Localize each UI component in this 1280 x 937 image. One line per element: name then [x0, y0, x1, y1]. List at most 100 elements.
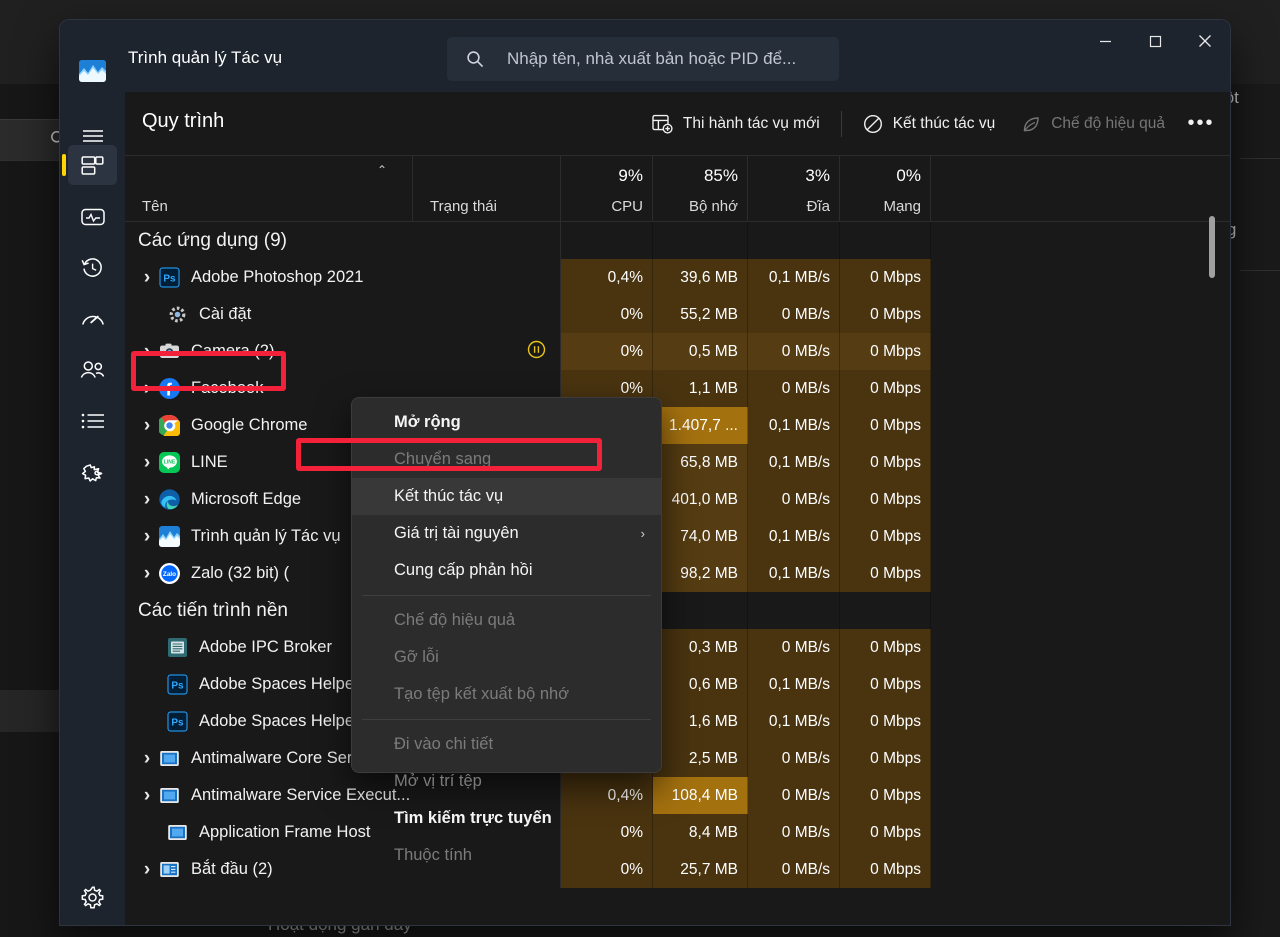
- maximize-button[interactable]: [1130, 20, 1180, 62]
- chevron-right-icon[interactable]: ›: [137, 489, 157, 511]
- table-row[interactable]: ›Bắt đầu (2)0%25,7 MB0 MB/s0 Mbps: [125, 851, 1230, 888]
- svg-text:Ps: Ps: [163, 274, 176, 285]
- column-header-name[interactable]: Tên: [125, 156, 413, 222]
- row-network-cell: 0 Mbps: [840, 444, 931, 481]
- end-task-button[interactable]: Kết thúc tác vụ: [850, 105, 1009, 143]
- chevron-right-icon[interactable]: ›: [137, 859, 157, 881]
- chevron-right-icon[interactable]: ›: [137, 748, 157, 770]
- search-icon: [465, 49, 485, 69]
- sidebar-item-details[interactable]: [68, 401, 117, 441]
- chevron-right-icon[interactable]: ›: [137, 415, 157, 437]
- row-filler: [931, 407, 1230, 444]
- row-network-cell: 0 Mbps: [840, 555, 931, 592]
- row-memory-cell: 25,7 MB: [653, 851, 748, 888]
- search-input[interactable]: Nhập tên, nhà xuất bản hoặc PID để...: [447, 37, 839, 81]
- menu-item[interactable]: Giá trị tài nguyên›: [352, 515, 661, 552]
- table-row[interactable]: Application Frame Host0%8,4 MB0 MB/s0 Mb…: [125, 814, 1230, 851]
- row-memory-cell: 1,1 MB: [653, 370, 748, 407]
- vertical-scrollbar-thumb[interactable]: [1209, 216, 1215, 278]
- table-row[interactable]: Adobe IPC Broker0%0,3 MB0 MB/s0 Mbps: [125, 629, 1230, 666]
- table-row[interactable]: ›Facebook0%1,1 MB0 MB/s0 Mbps: [125, 370, 1230, 407]
- table-row[interactable]: ›Google Chrome0,7%1.407,7 ...0,1 MB/s0 M…: [125, 407, 1230, 444]
- sidebar-item-performance[interactable]: [68, 197, 117, 237]
- table-row[interactable]: ›PsAdobe Photoshop 20210,4%39,6 MB0,1 MB…: [125, 259, 1230, 296]
- row-name-cell: ›PsAdobe Photoshop 2021: [125, 259, 413, 296]
- menu-item-label: Đi vào chi tiết: [394, 735, 493, 754]
- row-name-cell: Các ứng dụng (9): [125, 222, 413, 259]
- row-filler: [931, 333, 1230, 370]
- row-network-cell: 0 Mbps: [840, 777, 931, 814]
- table-row[interactable]: PsAdobe Spaces Helper0%0,6 MB0,1 MB/s0 M…: [125, 666, 1230, 703]
- table-row[interactable]: PsAdobe Spaces Helper0%1,6 MB0,1 MB/s0 M…: [125, 703, 1230, 740]
- row-filler: [931, 444, 1230, 481]
- row-network-cell: 0 Mbps: [840, 629, 931, 666]
- row-filler: [931, 851, 1230, 888]
- sidebar-item-services[interactable]: [68, 452, 117, 492]
- row-disk-cell: 0 MB/s: [748, 851, 840, 888]
- toolbar: Thi hành tác vụ mới Kết thúc tác vụ: [639, 92, 1224, 155]
- window-list-icon: [159, 859, 180, 880]
- new-task-button[interactable]: Thi hành tác vụ mới: [639, 105, 833, 143]
- context-menu[interactable]: Mở rộngChuyển sangKết thúc tác vụGiá trị…: [351, 397, 662, 773]
- row-network-cell: 0 Mbps: [840, 370, 931, 407]
- chevron-right-icon[interactable]: ›: [137, 452, 157, 474]
- row-name-label: Google Chrome: [191, 416, 307, 435]
- efficiency-mode-button[interactable]: Chế độ hiệu quả: [1008, 105, 1178, 143]
- column-header-disk[interactable]: 3% Đĩa: [748, 156, 840, 222]
- table-row[interactable]: ›ZaloZalo (32 bit) (0,6%98,2 MB0,1 MB/s0…: [125, 555, 1230, 592]
- row-status-cell: [413, 333, 561, 370]
- column-header-cpu[interactable]: 9% CPU: [561, 156, 653, 222]
- more-options-button[interactable]: •••: [1178, 105, 1224, 143]
- row-memory-cell: 0,6 MB: [653, 666, 748, 703]
- table-row[interactable]: ›LINELINE0%65,8 MB0,1 MB/s0 Mbps: [125, 444, 1230, 481]
- table-row[interactable]: ›Antimalware Core Service0%2,5 MB0 MB/s0…: [125, 740, 1230, 777]
- sidebar-item-settings[interactable]: [68, 877, 117, 917]
- row-memory-cell: 0,5 MB: [653, 333, 748, 370]
- row-memory-cell: 55,2 MB: [653, 296, 748, 333]
- row-network-cell: [840, 222, 931, 259]
- table-row[interactable]: Cài đặt0%55,2 MB0 MB/s0 Mbps: [125, 296, 1230, 333]
- row-name-label: Camera (2): [191, 342, 274, 361]
- row-disk-cell: 0 MB/s: [748, 740, 840, 777]
- chevron-right-icon[interactable]: ›: [137, 378, 157, 400]
- hamburger-icon: [82, 128, 104, 144]
- column-header-network[interactable]: 0% Mạng: [840, 156, 931, 222]
- menu-item[interactable]: Kết thúc tác vụ: [352, 478, 661, 515]
- photoshop-icon: Ps: [159, 267, 180, 288]
- edge-icon: [159, 489, 180, 510]
- row-name-label: Adobe Spaces Helper: [199, 712, 360, 731]
- chevron-right-icon[interactable]: ›: [137, 526, 157, 548]
- menu-item-label: Gỡ lỗi: [394, 648, 439, 667]
- row-disk-cell: 0 MB/s: [748, 777, 840, 814]
- sidebar-item-app-history[interactable]: [68, 248, 117, 288]
- close-button[interactable]: [1180, 20, 1230, 62]
- minimize-button[interactable]: [1080, 20, 1130, 62]
- row-disk-cell: [748, 592, 840, 629]
- chevron-right-icon[interactable]: ›: [137, 267, 157, 289]
- sidebar-item-startup-apps[interactable]: [68, 299, 117, 339]
- toolbar-divider: [841, 111, 842, 137]
- row-filler: [931, 703, 1230, 740]
- menu-item[interactable]: Mở rộng: [352, 404, 661, 441]
- row-name-label: Trình quản lý Tác vụ: [191, 527, 341, 546]
- column-header-status[interactable]: Trạng thái: [413, 156, 561, 222]
- chevron-right-icon[interactable]: ›: [137, 785, 157, 807]
- row-disk-cell: 0,1 MB/s: [748, 666, 840, 703]
- process-table-body[interactable]: Các ứng dụng (9)›PsAdobe Photoshop 20210…: [125, 222, 1230, 925]
- chrome-icon: [159, 415, 180, 436]
- row-filler: [931, 777, 1230, 814]
- row-network-cell: 0 Mbps: [840, 259, 931, 296]
- column-header-memory[interactable]: 85% Bộ nhớ: [653, 156, 748, 222]
- row-memory-cell: 8,4 MB: [653, 814, 748, 851]
- table-row[interactable]: ›Camera (2)0%0,5 MB0 MB/s0 Mbps: [125, 333, 1230, 370]
- table-row[interactable]: ›Trình quản lý Tác vụ2,0%74,0 MB0,1 MB/s…: [125, 518, 1230, 555]
- row-disk-cell: 0 MB/s: [748, 296, 840, 333]
- table-row[interactable]: ›Antimalware Service Execut...0,4%108,4 …: [125, 777, 1230, 814]
- menu-item[interactable]: Tìm kiếm trực tuyến: [352, 800, 661, 837]
- chevron-right-icon[interactable]: ›: [137, 563, 157, 585]
- menu-item[interactable]: Cung cấp phản hồi: [352, 552, 661, 589]
- chevron-right-icon[interactable]: ›: [137, 341, 157, 363]
- sidebar-item-users[interactable]: [68, 350, 117, 390]
- sidebar-item-processes[interactable]: [68, 145, 117, 185]
- table-row[interactable]: ›Microsoft Edge0%401,0 MB0 MB/s0 Mbps: [125, 481, 1230, 518]
